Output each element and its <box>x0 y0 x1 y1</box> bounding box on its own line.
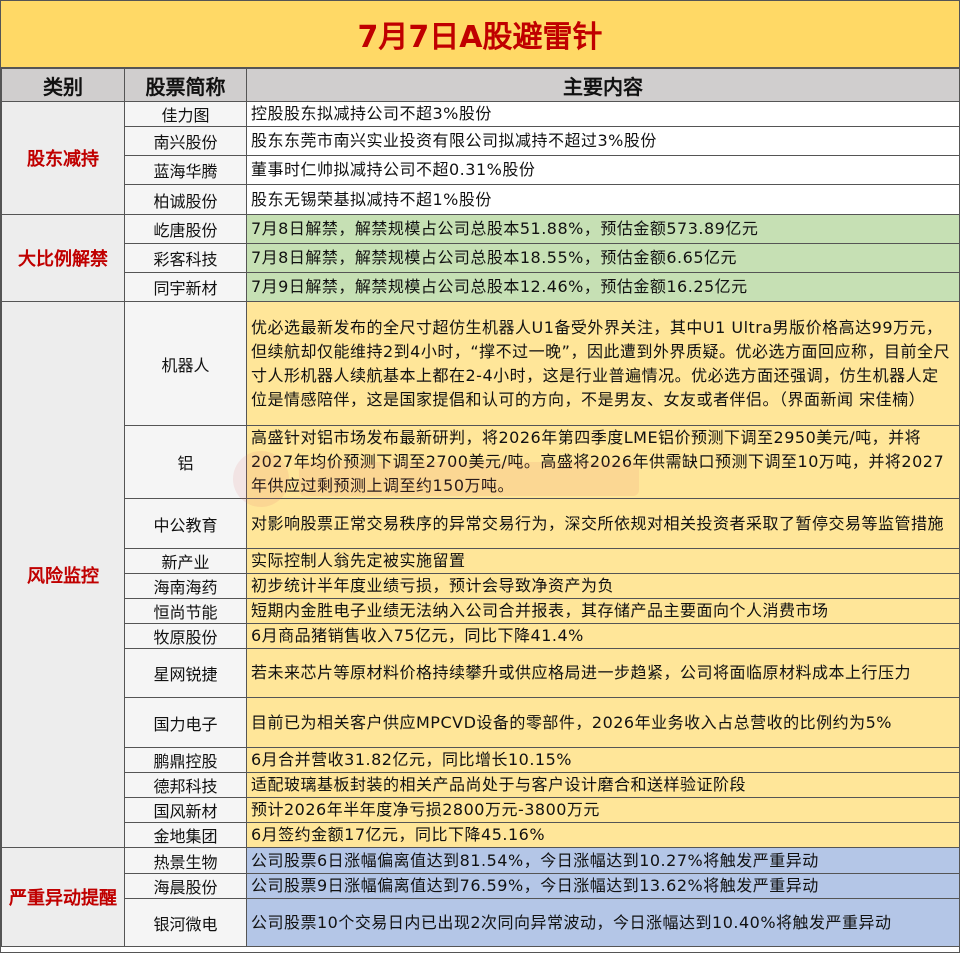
table-row: 金地集团 6月签约金额17亿元，同比下降45.16% <box>2 822 960 848</box>
content-cell: 7月9日解禁，解禁规模占公司总股本12.46%，预估金额16.25亿元 <box>246 272 960 302</box>
stock-name: 鹏鼎控股 <box>124 747 247 773</box>
stock-name: 星网锐捷 <box>124 648 247 698</box>
category-cell-abnormal-alert: 严重异动提醒 <box>1 847 125 947</box>
stock-name: 银河微电 <box>124 898 247 947</box>
table-row: 星网锐捷 若未来芯片等原材料价格持续攀升或供应格局进一步趋紧，公司将面临原材料成… <box>2 648 960 698</box>
stock-name: 热景生物 <box>124 847 247 874</box>
content-cell: 适配玻璃基板封装的相关产品尚处于与客户设计磨合和送样验证阶段 <box>246 772 960 798</box>
content-cell: 实际控制人翁先定被实施留置 <box>246 548 960 574</box>
stock-name: 柏诚股份 <box>124 184 247 215</box>
table-row: 柏诚股份 股东无锡荣基拟减持不超1%股份 <box>1 184 960 215</box>
content-cell: 6月合并营收31.82亿元，同比增长10.15% <box>246 747 960 773</box>
stock-name: 德邦科技 <box>124 772 247 798</box>
stock-name: 新产业 <box>124 548 247 574</box>
content-cell: 7月8日解禁，解禁规模占公司总股本51.88%，预估金额573.89亿元 <box>246 214 960 244</box>
table-row: 国力电子 目前已为相关客户供应MPCVD设备的零部件，2026年业务收入占总营收… <box>2 697 960 748</box>
header-content: 主要内容 <box>246 68 960 102</box>
page-title: 7月7日A股避雷针 <box>1 1 959 68</box>
content-cell: 初步统计半年度业绩亏损，预计会导致净资产为负 <box>246 573 960 599</box>
table-row: 国风新材 预计2026年半年度净亏损2800万元-3800万元 <box>2 797 960 823</box>
category-cell-risk-monitor: 风险监控 <box>1 301 125 848</box>
content-cell: 6月签约金额17亿元，同比下降45.16% <box>246 822 960 848</box>
table-row: 严重异动提醒 热景生物 公司股票6日涨幅偏离值达到81.54%，今日涨幅达到10… <box>1 847 960 947</box>
table-row: 同宇新材 7月9日解禁，解禁规模占公司总股本12.46%，预估金额16.25亿元 <box>1 272 960 302</box>
stock-name: 铝 <box>124 425 247 499</box>
header-stock: 股票简称 <box>124 68 247 102</box>
content-cell: 股东无锡荣基拟减持不超1%股份 <box>246 184 960 215</box>
content-cell: 预计2026年半年度净亏损2800万元-3800万元 <box>246 797 960 823</box>
content-cell: 目前已为相关客户供应MPCVD设备的零部件，2026年业务收入占总营收的比例约为… <box>246 697 960 748</box>
stock-name: 中公教育 <box>124 498 247 549</box>
stock-name: 恒尚节能 <box>124 598 247 624</box>
content-cell: 董事时仁帅拟减持公司不超0.31%股份 <box>246 155 960 185</box>
stock-name: 国力电子 <box>124 697 247 748</box>
stock-name: 佳力图 <box>124 101 247 127</box>
table-row: 南兴股份 股东东莞市南兴实业投资有限公司拟减持不超过3%股份 <box>1 126 960 156</box>
content-cell: 若未来芯片等原材料价格持续攀升或供应格局进一步趋紧，公司将面临原材料成本上行压力 <box>246 648 960 698</box>
header-row: 类别 股票简称 主要内容 <box>1 68 960 102</box>
table-row: 鹏鼎控股 6月合并营收31.82亿元，同比增长10.15% <box>2 747 960 773</box>
table-row: 中公教育 对影响股票正常交易秩序的异常交易行为，深交所依规对相关投资者采取了暂停… <box>2 498 960 549</box>
content-cell: 控股股东拟减持公司不超3%股份 <box>246 101 960 127</box>
main-table: 类别 股票简称 主要内容 股东减持 佳力图 控股股东拟减持公司不超3%股份 南兴… <box>1 68 960 947</box>
stock-name: 海南海药 <box>124 573 247 599</box>
table-row: 股东减持 佳力图 控股股东拟减持公司不超3%股份 <box>1 101 960 215</box>
content-cell: 6月商品猪销售收入75亿元，同比下降41.4% <box>246 623 960 649</box>
table-row: 彩客科技 7月8日解禁，解禁规模占公司总股本18.55%，预估金额6.65亿元 <box>1 243 960 273</box>
header-category: 类别 <box>1 68 125 102</box>
content-cell: 股东东莞市南兴实业投资有限公司拟减持不超过3%股份 <box>246 126 960 156</box>
category-cell-shareholder-reduction: 股东减持 <box>1 101 125 215</box>
content-cell: 公司股票6日涨幅偏离值达到81.54%，今日涨幅达到10.27%将触发严重异动 <box>246 847 960 874</box>
stock-name: 屹唐股份 <box>124 214 247 244</box>
stock-name: 南兴股份 <box>124 126 247 156</box>
stock-name: 彩客科技 <box>124 243 247 273</box>
table-row: 新产业 实际控制人翁先定被实施留置 <box>2 548 960 574</box>
table-row: 铝 高盛针对铝市场发布最新研判，将2026年第四季度LME铝价预测下调至2950… <box>2 425 960 499</box>
content-cell: 公司股票10个交易日内已出现2次同向异常波动，今日涨幅达到10.40%将触发严重… <box>246 898 960 947</box>
stock-name: 同宇新材 <box>124 272 247 302</box>
table-row: 风险监控 机器人 优必选最新发布的全尺寸超仿生机器人U1备受外界关注，其中U1 … <box>1 301 960 848</box>
table-row: 德邦科技 适配玻璃基板封装的相关产品尚处于与客户设计磨合和送样验证阶段 <box>2 772 960 798</box>
content-cell: 短期内金胜电子业绩无法纳入公司合并报表，其存储产品主要面向个人消费市场 <box>246 598 960 624</box>
table-row: 牧原股份 6月商品猪销售收入75亿元，同比下降41.4% <box>2 623 960 649</box>
content-cell: 7月8日解禁，解禁规模占公司总股本18.55%，预估金额6.65亿元 <box>246 243 960 273</box>
table-row: 大比例解禁 屹唐股份 7月8日解禁，解禁规模占公司总股本51.88%，预估金额5… <box>1 214 960 302</box>
content-cell: 优必选最新发布的全尺寸超仿生机器人U1备受外界关注，其中U1 Ultra男版价格… <box>246 301 960 426</box>
table-row: 海晨股份 公司股票9日涨幅偏离值达到76.59%，今日涨幅达到13.62%将触发… <box>2 873 960 899</box>
stock-name: 牧原股份 <box>124 623 247 649</box>
stock-name: 国风新材 <box>124 797 247 823</box>
table-row: 海南海药 初步统计半年度业绩亏损，预计会导致净资产为负 <box>2 573 960 599</box>
table-row: 银河微电 公司股票10个交易日内已出现2次同向异常波动，今日涨幅达到10.40%… <box>2 898 960 947</box>
content-cell: 对影响股票正常交易秩序的异常交易行为，深交所依规对相关投资者采取了暂停交易等监管… <box>246 498 960 549</box>
table-row: 恒尚节能 短期内金胜电子业绩无法纳入公司合并报表，其存储产品主要面向个人消费市场 <box>2 598 960 624</box>
stock-name: 蓝海华腾 <box>124 155 247 185</box>
stock-name: 机器人 <box>124 301 247 426</box>
page: 7月7日A股避雷针 类别 股票简称 主要内容 股东减持 佳力图 控股股东拟减持公… <box>0 0 960 953</box>
content-cell: 高盛针对铝市场发布最新研判，将2026年第四季度LME铝价预测下调至2950美元… <box>246 425 960 499</box>
stock-name: 海晨股份 <box>124 873 247 899</box>
table-row: 蓝海华腾 董事时仁帅拟减持公司不超0.31%股份 <box>1 155 960 185</box>
category-cell-large-unlock: 大比例解禁 <box>1 214 125 302</box>
content-cell: 公司股票9日涨幅偏离值达到76.59%，今日涨幅达到13.62%将触发严重异动 <box>246 873 960 899</box>
stock-name: 金地集团 <box>124 822 247 848</box>
